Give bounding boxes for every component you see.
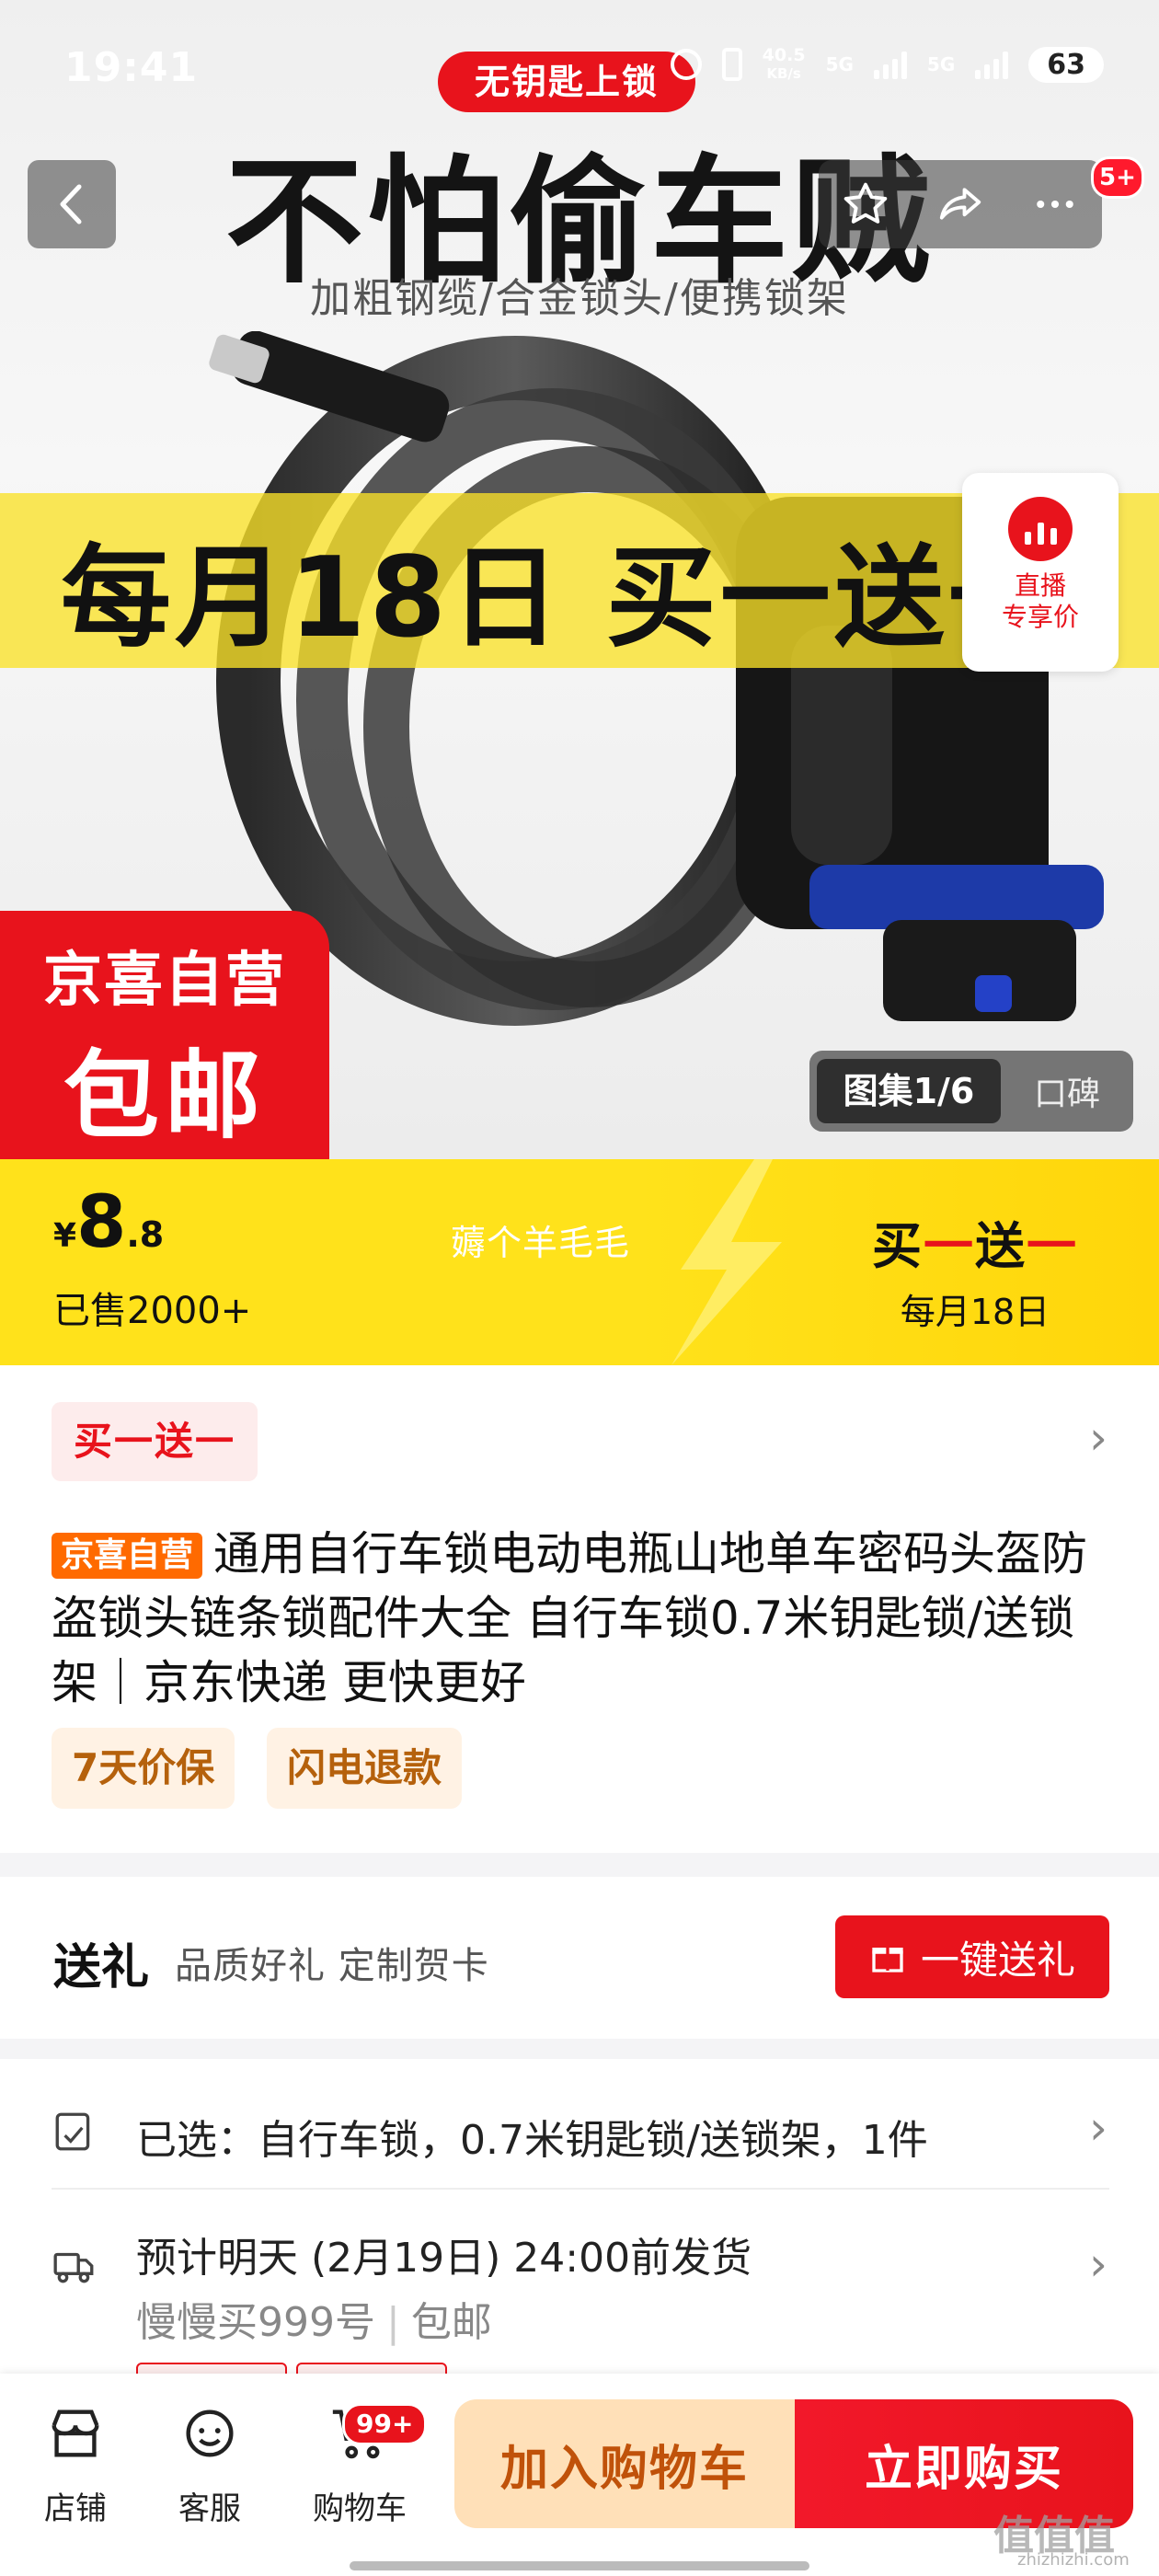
jx-badge-bottom: 包邮 bbox=[63, 1040, 266, 1152]
divider bbox=[52, 2188, 1109, 2190]
customer-service-icon bbox=[186, 2409, 234, 2457]
gallery-switcher: 图集1/6 口碑 bbox=[809, 1051, 1133, 1132]
store-tag: 京喜自营 bbox=[52, 1533, 203, 1579]
live-price-chip[interactable]: 直播 专享价 bbox=[962, 473, 1119, 672]
live-icon bbox=[1008, 497, 1073, 561]
clock: 19:41 bbox=[64, 44, 199, 91]
detail-card: 已选：自行车锁，0.7米钥匙锁/送锁架，1件 › 预计明天 (2月19日) 24… bbox=[0, 2059, 1159, 2415]
product-title-text: 通用自行车锁电动电瓶山地单车密码头盔防盗锁头链条锁配件大全 自行车锁0.7米钥匙… bbox=[52, 1527, 1088, 1709]
store-icon bbox=[52, 2409, 99, 2457]
gift-icon bbox=[872, 1948, 903, 1972]
add-to-cart-button[interactable]: 加入购物车 bbox=[454, 2399, 795, 2528]
status-icons: 40.5 KB/s 5G 5G 63 bbox=[670, 45, 1104, 83]
watermark-url: zhizhizhi.com bbox=[1017, 2550, 1130, 2570]
bottom-action-bar: 店铺 客服 购物车 99+ 加入购物车 立即购买 bbox=[0, 2374, 1159, 2576]
price: ¥8.8 bbox=[53, 1181, 165, 1264]
chevron-right-icon[interactable]: › bbox=[1089, 2101, 1107, 2155]
battery-indicator: 63 bbox=[1028, 46, 1104, 83]
tab-gallery[interactable]: 图集1/6 bbox=[817, 1059, 1001, 1123]
cart-count-badge: 99+ bbox=[342, 2403, 428, 2445]
home-indicator[interactable] bbox=[350, 2561, 809, 2570]
live-chip-line2: 专享价 bbox=[1001, 602, 1079, 632]
tab-reviews[interactable]: 口碑 bbox=[1001, 1067, 1133, 1115]
banner-slogan: 薅个羊毛毛 bbox=[451, 1223, 631, 1263]
signal-icon bbox=[873, 50, 907, 79]
price-banner: ¥8.8 已售2000+ 薅个羊毛毛 买一送一 每月18日 bbox=[0, 1159, 1159, 1365]
promo-band-text: 每月18日 买一送一 bbox=[61, 535, 1062, 662]
customer-service-button[interactable]: 客服 bbox=[155, 2401, 265, 2528]
gift-subtitle: 品质好礼 定制贺卡 bbox=[175, 1945, 489, 1987]
hero-subline: 加粗钢缆/合金锁头/便携锁架 bbox=[310, 275, 849, 322]
shipping-estimate[interactable]: 预计明天 (2月19日) 24:00前发货 bbox=[136, 2225, 752, 2283]
promo-chip[interactable]: 买一送一 bbox=[52, 1402, 258, 1481]
store-label: 店铺 bbox=[44, 2490, 107, 2527]
live-chip-line1: 直播 bbox=[1014, 570, 1066, 601]
alarm-icon bbox=[670, 49, 702, 80]
product-info-card: 买一送一 › 京喜自营 通用自行车锁电动电瓶山地单车密码头盔防盗锁头链条锁配件大全… bbox=[0, 1365, 1159, 1853]
banner-promo: 买一送一 每月18日 bbox=[828, 1205, 1122, 1334]
product-title: 京喜自营 通用自行车锁电动电瓶山地单车密码头盔防盗锁头链条锁配件大全 自行车锁0.… bbox=[52, 1522, 1109, 1715]
status-bar: 19:41 40.5 KB/s 5G 5G 63 bbox=[0, 0, 1159, 138]
gift-button[interactable]: 一键送礼 bbox=[835, 1915, 1109, 1998]
share-icon[interactable] bbox=[934, 179, 987, 229]
product-gallery[interactable]: 每月18日 买一送一 不怕偷车贼 加粗钢缆/合金锁头/便携锁架 无钥匙上锁 19… bbox=[0, 0, 1159, 1159]
signal-icon-2 bbox=[975, 50, 1009, 79]
sold-count: 已售2000+ bbox=[53, 1290, 252, 1332]
star-icon[interactable] bbox=[841, 179, 890, 229]
back-button[interactable] bbox=[28, 160, 116, 248]
jx-badge-top: 京喜自营 bbox=[43, 947, 286, 1015]
selected-spec[interactable]: 已选：自行车锁，0.7米钥匙锁/送锁架，1件 bbox=[136, 2107, 928, 2166]
service-chip-price-protect[interactable]: 7天价保 bbox=[52, 1728, 235, 1809]
chevron-right-icon[interactable]: › bbox=[1089, 1411, 1107, 1465]
message-count-badge: 5+ bbox=[1091, 156, 1144, 199]
banner-promo-date: 每月18日 bbox=[900, 1292, 1050, 1332]
top-action-group bbox=[819, 160, 1102, 248]
net-speed: 40.5 KB/s bbox=[762, 45, 806, 82]
vibrate-icon bbox=[721, 48, 742, 81]
network-type-1: 5G bbox=[825, 53, 854, 75]
service-chip-quick-refund[interactable]: 闪电退款 bbox=[267, 1728, 463, 1809]
gift-button-label: 一键送礼 bbox=[920, 1937, 1075, 1983]
gift-row: 送礼 品质好礼 定制贺卡 一键送礼 bbox=[0, 1877, 1159, 2039]
lightning-icon bbox=[671, 1159, 782, 1365]
gift-title: 送礼 bbox=[53, 1940, 150, 1995]
selected-spec-icon bbox=[55, 2112, 90, 2151]
truck-icon bbox=[53, 2252, 94, 2283]
network-type-2: 5G bbox=[926, 53, 956, 75]
store-button[interactable]: 店铺 bbox=[20, 2401, 131, 2528]
chevron-left-icon bbox=[60, 184, 82, 224]
jx-self-operated-badge: 京喜自营 包邮 bbox=[0, 911, 329, 1159]
shipping-from: 慢慢买999号 | 包邮 bbox=[136, 2299, 492, 2346]
cart-label: 购物车 bbox=[313, 2490, 407, 2527]
customer-service-label: 客服 bbox=[178, 2490, 241, 2527]
chevron-right-icon[interactable]: › bbox=[1089, 2237, 1107, 2291]
more-icon[interactable] bbox=[1030, 179, 1080, 229]
